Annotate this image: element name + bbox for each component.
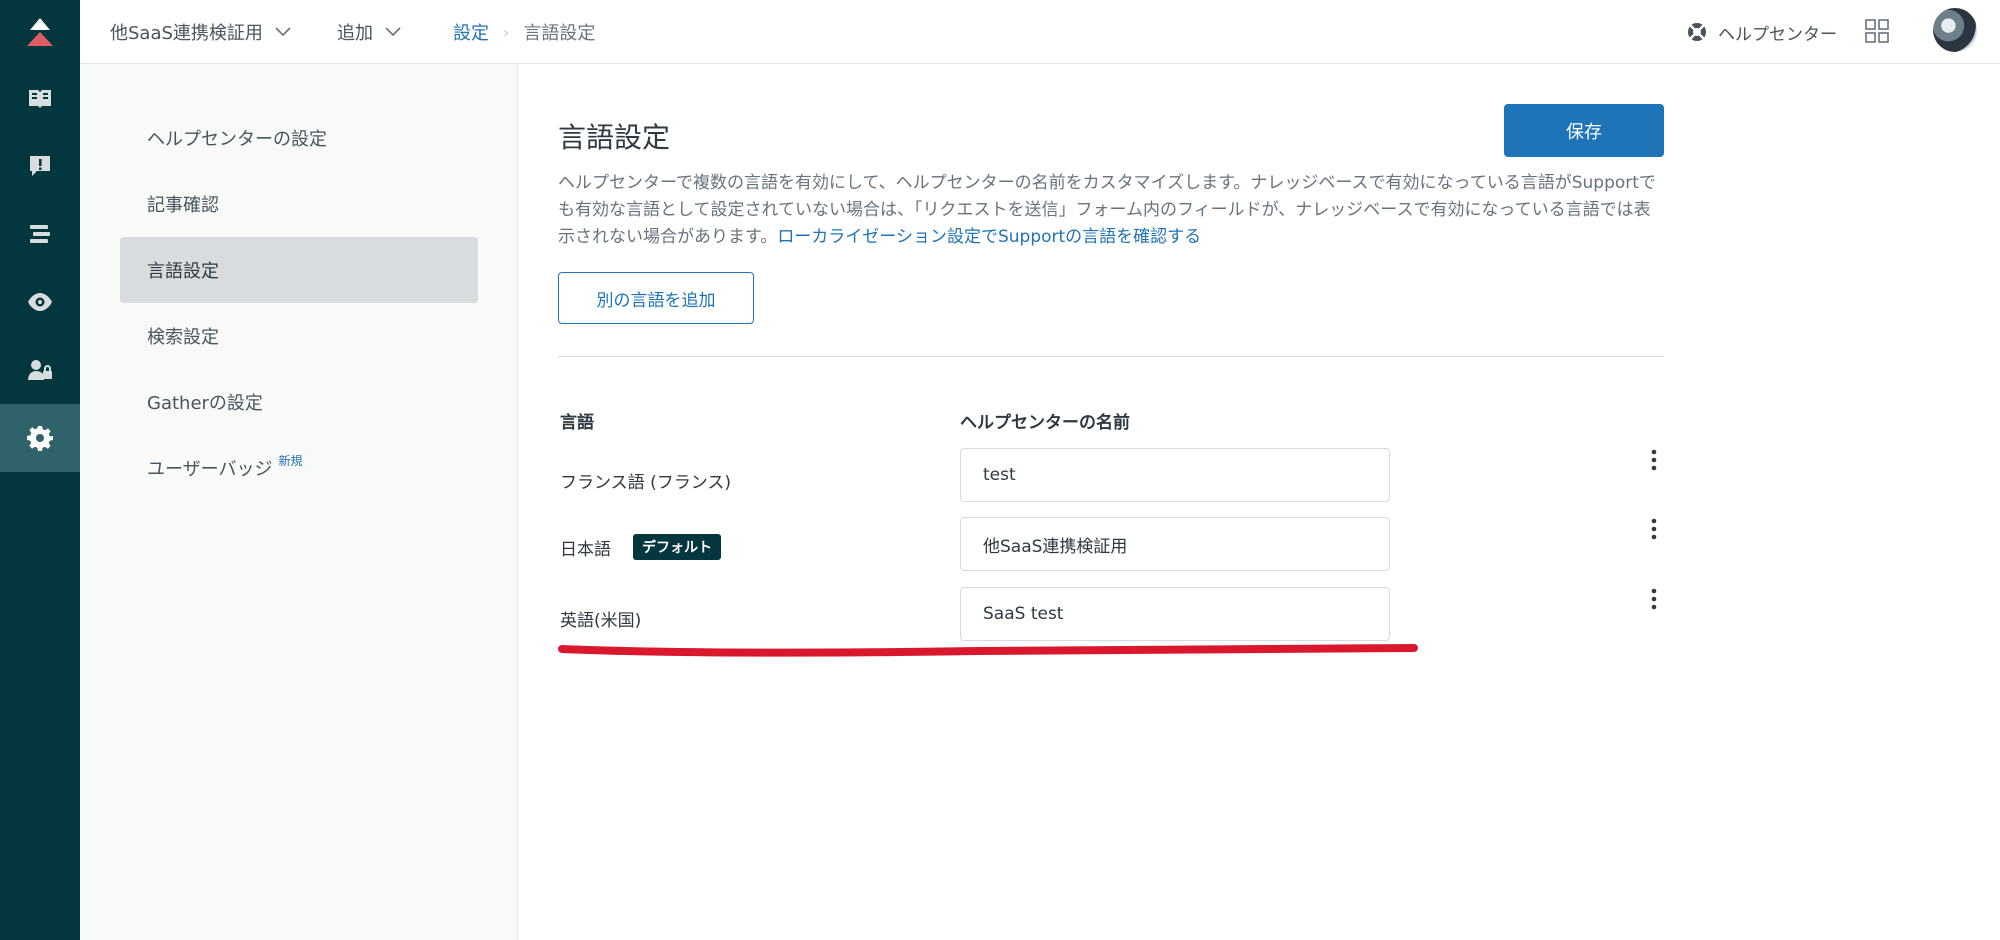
- lifebuoy-icon: [1688, 23, 1706, 41]
- product-rail: [0, 0, 80, 940]
- help-center-name-input[interactable]: [960, 587, 1390, 641]
- help-center-name-input[interactable]: [960, 448, 1390, 502]
- page-description: ヘルプセンターで複数の言語を有効にして、ヘルプセンターの名前をカスタマイズします…: [558, 170, 1664, 251]
- breadcrumb-current: 言語設定: [523, 23, 596, 44]
- localization-settings-link[interactable]: ローカライゼーション設定でSupportの言語を確認する: [777, 227, 1201, 247]
- language-name: 英語(米国): [560, 603, 641, 633]
- row-options-kebab-icon[interactable]: [1642, 583, 1666, 615]
- add-dropdown[interactable]: 追加: [337, 0, 401, 64]
- nav-settings-gear-icon[interactable]: [0, 404, 80, 472]
- nav-preview-eye-icon[interactable]: [0, 268, 80, 336]
- chevron-down-icon: [385, 27, 401, 37]
- help-center-label: ヘルプセンター: [1718, 24, 1837, 45]
- language-label: 英語(米国): [560, 610, 642, 631]
- chevron-down-icon: [275, 27, 291, 37]
- product-tray-grid-icon[interactable]: [1864, 18, 1890, 44]
- sidebar-item-gather-settings[interactable]: Gatherの設定: [120, 369, 478, 435]
- workspace-label: 他SaaS連携検証用: [110, 23, 263, 44]
- add-language-button[interactable]: 別の言語を追加: [558, 272, 754, 324]
- sidebar-item-label: 検索設定: [147, 327, 219, 348]
- default-badge: デフォルト: [633, 534, 721, 560]
- nav-articles-icon[interactable]: [0, 64, 80, 132]
- row-options-kebab-icon[interactable]: [1642, 513, 1666, 545]
- annotation-underline: [558, 644, 1418, 657]
- language-name: 日本語 デフォルト: [560, 531, 721, 563]
- language-label: フランス語 (フランス): [560, 472, 731, 493]
- breadcrumb-separator-icon: ›: [503, 22, 510, 42]
- sidebar-item-article-verification[interactable]: 記事確認: [120, 171, 478, 237]
- nav-arrange-icon[interactable]: [0, 200, 80, 268]
- breadcrumb-settings-link[interactable]: 設定: [453, 19, 489, 45]
- page-title: 言語設定: [558, 121, 671, 154]
- save-button[interactable]: 保存: [1504, 104, 1664, 157]
- breadcrumb: 設定 › 言語設定: [453, 0, 595, 64]
- help-center-name-input[interactable]: [960, 517, 1390, 571]
- settings-sidebar: ヘルプセンターの設定 記事確認 言語設定 検索設定 Gatherの設定 ユーザー…: [80, 64, 518, 940]
- sidebar-item-label: ヘルプセンターの設定: [147, 129, 327, 150]
- top-bar: 他SaaS連携検証用 追加 設定 › 言語設定 ヘルプセンター: [80, 0, 2000, 64]
- workspace-dropdown[interactable]: 他SaaS連携検証用: [110, 0, 291, 64]
- sidebar-item-label: 記事確認: [147, 195, 219, 216]
- divider: [558, 356, 1664, 357]
- nav-community-icon[interactable]: [0, 132, 80, 200]
- column-header-help-center-name: ヘルプセンターの名前: [960, 413, 1130, 433]
- sidebar-item-label: Gatherの設定: [147, 393, 263, 414]
- new-tag: 新規: [278, 453, 303, 468]
- sidebar-item-help-center-settings[interactable]: ヘルプセンターの設定: [120, 105, 478, 171]
- guide-logo-icon[interactable]: [0, 0, 80, 64]
- help-center-link[interactable]: ヘルプセンター: [1686, 0, 1837, 64]
- language-name: フランス語 (フランス): [560, 465, 731, 495]
- sidebar-item-language-settings[interactable]: 言語設定: [120, 237, 478, 303]
- add-label: 追加: [337, 23, 373, 44]
- sidebar-item-user-badges[interactable]: ユーザーバッジ 新規: [120, 435, 478, 501]
- nav-user-permissions-icon[interactable]: [0, 336, 80, 404]
- row-options-kebab-icon[interactable]: [1642, 444, 1666, 476]
- sidebar-item-search-settings[interactable]: 検索設定: [120, 303, 478, 369]
- sidebar-item-label: 言語設定: [147, 261, 219, 282]
- user-avatar[interactable]: [1933, 8, 1977, 52]
- column-header-language: 言語: [560, 413, 594, 433]
- sidebar-item-label: ユーザーバッジ: [147, 459, 273, 480]
- language-label: 日本語: [560, 539, 611, 560]
